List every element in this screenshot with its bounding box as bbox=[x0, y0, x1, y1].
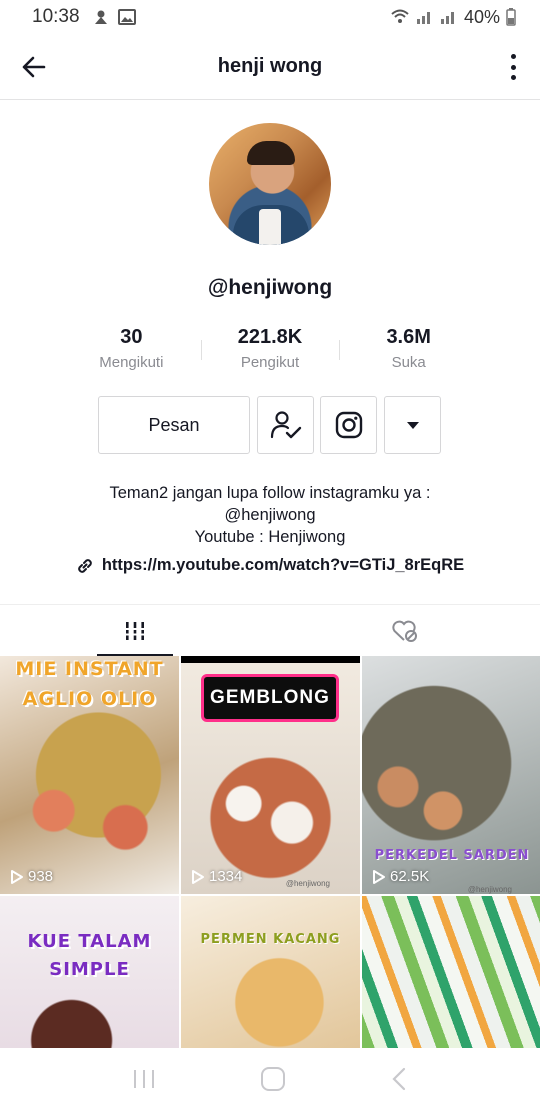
signal-icon bbox=[440, 12, 454, 24]
view-count-value: 1334 bbox=[209, 868, 243, 885]
back-icon[interactable] bbox=[389, 1066, 409, 1092]
instagram-icon bbox=[335, 411, 362, 439]
wifi-icon bbox=[391, 9, 409, 23]
video-thumbnail[interactable] bbox=[362, 896, 540, 1048]
stat-value: 3.6M bbox=[386, 326, 431, 348]
videos-grid-icon bbox=[124, 621, 146, 640]
video-title: GEMBLONG bbox=[201, 674, 339, 722]
profile-stats: 30 Mengikuti 221.8K Pengikut 3.6M Suka bbox=[62, 324, 478, 380]
view-count: 938 bbox=[10, 868, 53, 885]
arrow-left-icon[interactable] bbox=[18, 51, 50, 83]
video-thumbnail[interactable]: PERKEDEL SARDEN 62.5K @henjiwong bbox=[362, 656, 540, 894]
view-count: 1334 bbox=[191, 868, 242, 885]
stat-likes[interactable]: 3.6M Suka bbox=[339, 324, 478, 380]
battery-percentage: 40% bbox=[463, 6, 500, 27]
play-icon bbox=[373, 869, 385, 884]
video-grid: MIE INSTANT AGLIO OLIO 938 GEMBLONG 1334… bbox=[0, 656, 540, 1048]
message-button[interactable]: Pesan bbox=[98, 396, 250, 454]
caret-down-icon bbox=[406, 422, 419, 429]
video-thumbnail[interactable]: KUE TALAM SIMPLE bbox=[0, 896, 179, 1048]
bio-line: @henjiwong bbox=[224, 506, 316, 524]
view-count-value: 938 bbox=[28, 868, 54, 885]
liked-videos-icon bbox=[392, 620, 417, 642]
stat-label: Mengikuti bbox=[99, 354, 164, 371]
suggested-accounts-button[interactable] bbox=[384, 396, 441, 454]
following-button[interactable] bbox=[257, 396, 314, 454]
navigation-bar bbox=[0, 1048, 540, 1110]
video-title-line: AGLIO OLIO bbox=[22, 688, 157, 710]
image-icon bbox=[117, 9, 136, 25]
battery-icon bbox=[506, 8, 516, 26]
bio-line: Youtube : Henjiwong bbox=[194, 528, 346, 546]
video-title-line: SIMPLE bbox=[49, 959, 130, 980]
video-watermark: @henjiwong bbox=[467, 885, 512, 894]
bio-link[interactable]: https://m.youtube.com/watch?v=GTiJ_8rEqR… bbox=[0, 556, 540, 575]
tab-liked[interactable] bbox=[270, 605, 540, 656]
signal-icon bbox=[416, 12, 430, 24]
stat-label: Pengikut bbox=[240, 354, 300, 371]
stat-following[interactable]: 30 Mengikuti bbox=[62, 324, 201, 380]
profile-username: @henjiwong bbox=[207, 276, 333, 299]
stat-value: 221.8K bbox=[237, 326, 303, 348]
avatar[interactable] bbox=[209, 123, 331, 245]
more-vertical-icon[interactable] bbox=[508, 50, 518, 84]
recent-apps-icon[interactable] bbox=[131, 1067, 157, 1091]
video-title: PERMEN KACANG bbox=[200, 932, 341, 947]
profile-bio: Teman2 jangan lupa follow instagramku ya… bbox=[0, 482, 540, 548]
user-check-icon bbox=[270, 411, 301, 439]
view-count-value: 62.5K bbox=[390, 868, 430, 885]
notification-icon bbox=[94, 10, 107, 24]
bio-line: Teman2 jangan lupa follow instagramku ya… bbox=[109, 484, 431, 502]
content-tabs bbox=[0, 604, 540, 656]
video-title-line: KUE TALAM bbox=[27, 931, 152, 952]
link-icon bbox=[78, 558, 92, 573]
status-bar: 10:38 40% bbox=[0, 0, 540, 34]
video-title: MIE INSTANT AGLIO OLIO bbox=[0, 656, 179, 714]
play-icon bbox=[11, 869, 23, 884]
home-icon[interactable] bbox=[259, 1065, 287, 1093]
link-text: https://m.youtube.com/watch?v=GTiJ_8rEqR… bbox=[101, 556, 465, 574]
profile-header: henji wong bbox=[0, 34, 540, 100]
stat-followers[interactable]: 221.8K Pengikut bbox=[200, 324, 340, 380]
video-title-line: MIE INSTANT bbox=[15, 658, 164, 680]
video-title: KUE TALAM SIMPLE bbox=[0, 928, 179, 984]
status-time: 10:38 bbox=[32, 6, 80, 27]
tab-videos[interactable] bbox=[0, 605, 270, 656]
video-title: PERKEDEL SARDEN bbox=[374, 848, 530, 863]
video-watermark: @henjiwong bbox=[285, 879, 330, 888]
stat-value: 30 bbox=[120, 326, 143, 348]
view-count: 62.5K bbox=[372, 868, 429, 885]
video-thumbnail[interactable]: PERMEN KACANG bbox=[181, 896, 360, 1048]
video-thumbnail[interactable]: MIE INSTANT AGLIO OLIO 938 bbox=[0, 656, 179, 894]
instagram-button[interactable] bbox=[320, 396, 377, 454]
page-title: henji wong bbox=[217, 55, 323, 77]
play-icon bbox=[192, 869, 204, 884]
stat-label: Suka bbox=[391, 354, 426, 371]
video-thumbnail[interactable]: GEMBLONG 1334 @henjiwong bbox=[181, 656, 360, 894]
